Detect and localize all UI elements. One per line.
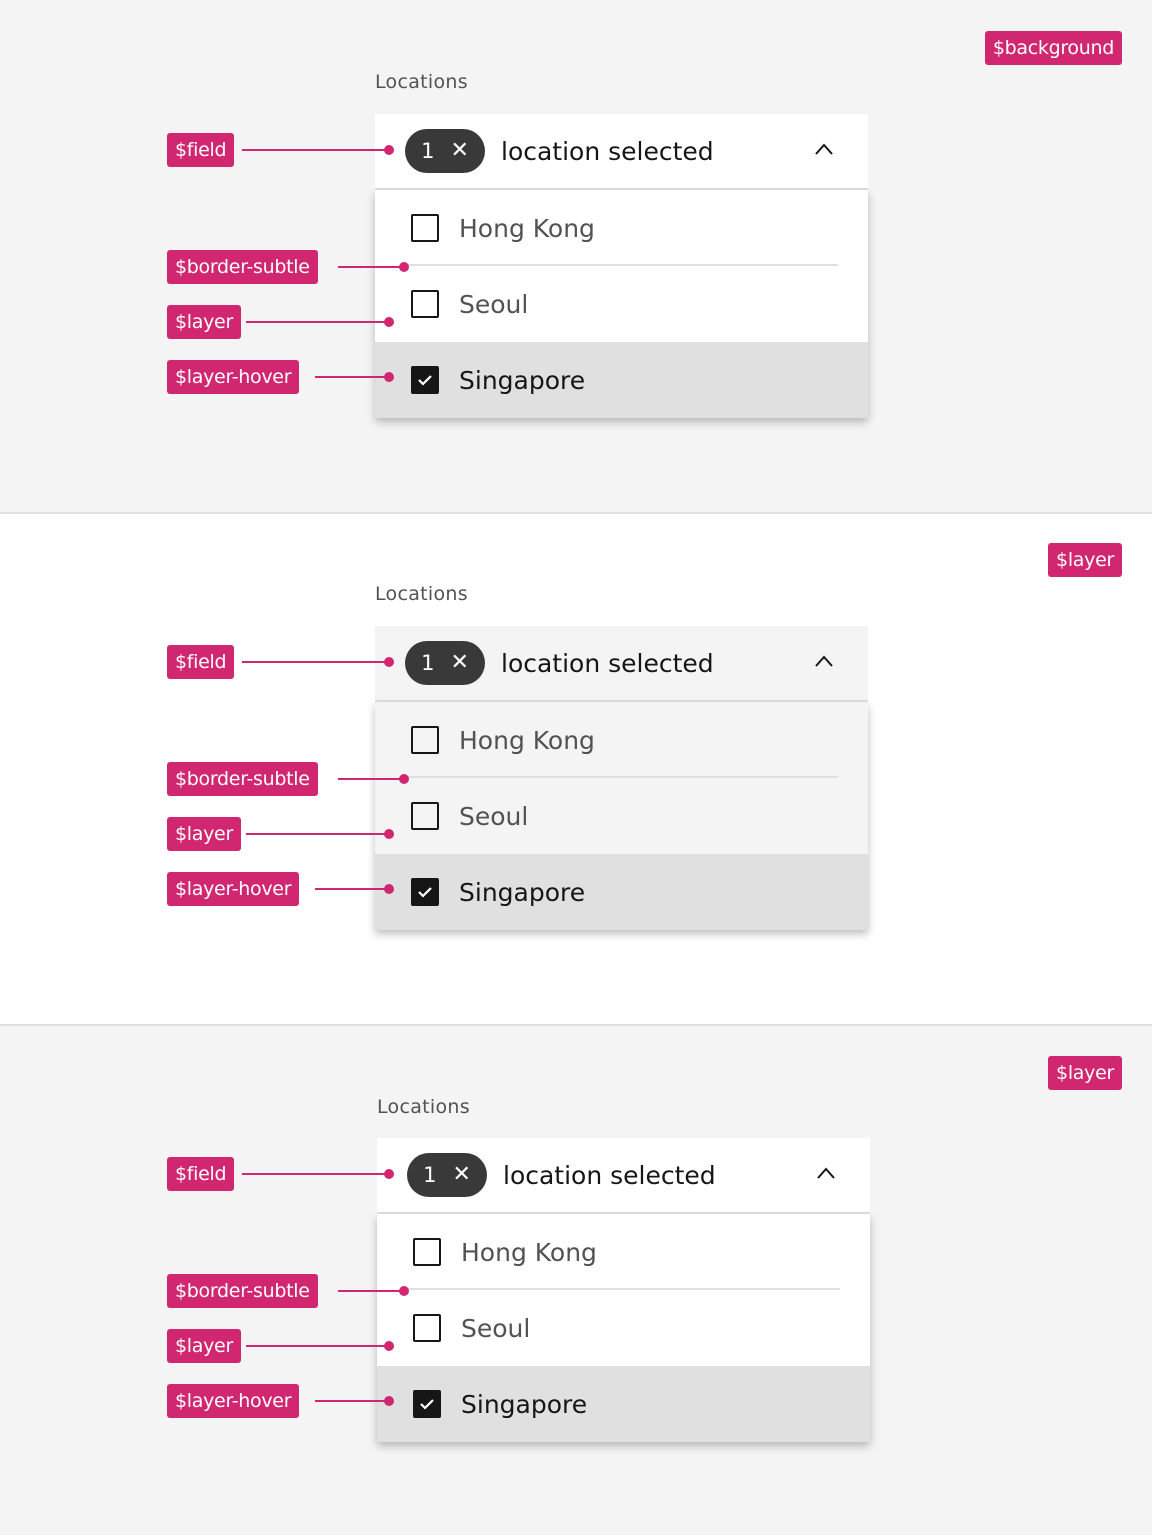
callout-line <box>242 1173 390 1175</box>
checkbox-unchecked-icon[interactable] <box>411 802 439 830</box>
option-singapore[interactable]: Singapore <box>377 1366 870 1442</box>
selection-count: 1 <box>423 1163 437 1187</box>
option-label: Seoul <box>461 1313 531 1343</box>
field-text: location selected <box>501 648 714 678</box>
callout-line <box>315 1400 390 1402</box>
callout-dot <box>384 884 394 894</box>
callout-line <box>246 1345 390 1347</box>
field-label: Locations <box>375 71 468 93</box>
annotation-layer-hover: $layer-hover <box>167 1384 300 1418</box>
chevron-up-icon[interactable] <box>814 654 834 668</box>
field-text: location selected <box>501 136 714 166</box>
option-hong-kong[interactable]: Hong Kong <box>377 1214 870 1290</box>
option-singapore[interactable]: Singapore <box>375 342 868 418</box>
annotation-layer: $layer <box>167 817 241 851</box>
callout-line <box>315 888 390 890</box>
callout-dot <box>399 1286 409 1296</box>
callout-dot <box>384 657 394 667</box>
option-label: Hong Kong <box>459 213 595 243</box>
annotation-layer: $layer <box>167 305 241 339</box>
callout-line <box>246 833 390 835</box>
panel-layer-theme-nested: $layer Locations 1 ✕ location selected H… <box>0 1024 1152 1535</box>
callout-line <box>242 661 390 663</box>
annotation-border-subtle: $border-subtle <box>167 762 318 796</box>
callout-dot <box>384 1169 394 1179</box>
field-text: location selected <box>503 1160 716 1190</box>
multiselect-field[interactable]: 1 ✕ location selected <box>375 114 868 190</box>
checkbox-unchecked-icon[interactable] <box>411 726 439 754</box>
theme-token-tag: $background <box>984 31 1122 65</box>
checkbox-checked-icon[interactable] <box>411 366 439 394</box>
selection-count-tag: 1 ✕ <box>405 129 485 173</box>
theme-token-tag: $layer <box>1048 1056 1122 1090</box>
chevron-up-icon[interactable] <box>816 1166 836 1180</box>
annotation-layer: $layer <box>167 1329 241 1363</box>
checkbox-checked-icon[interactable] <box>411 878 439 906</box>
panel-layer-theme: $layer Locations 1 ✕ location selected H… <box>0 512 1152 1024</box>
option-label: Hong Kong <box>459 725 595 755</box>
callout-dot <box>399 774 409 784</box>
selection-count: 1 <box>421 651 435 675</box>
option-label: Singapore <box>459 877 586 907</box>
annotation-field: $field <box>167 645 235 679</box>
option-label: Hong Kong <box>461 1237 597 1267</box>
callout-line <box>338 1290 404 1292</box>
checkbox-unchecked-icon[interactable] <box>411 214 439 242</box>
multiselect-field[interactable]: 1 ✕ location selected <box>375 626 868 702</box>
selection-count-tag: 1 ✕ <box>407 1153 487 1197</box>
annotation-field: $field <box>167 133 235 167</box>
option-label: Singapore <box>461 1389 588 1419</box>
multiselect: 1 ✕ location selected Hong Kong Seoul Si… <box>375 114 868 418</box>
theme-token-tag: $layer <box>1048 543 1122 577</box>
annotation-border-subtle: $border-subtle <box>167 250 318 284</box>
callout-dot <box>384 1396 394 1406</box>
multiselect-field[interactable]: 1 ✕ location selected <box>377 1138 870 1214</box>
callout-dot <box>384 317 394 327</box>
clear-selection-icon[interactable]: ✕ <box>450 140 468 162</box>
option-label: Seoul <box>459 289 529 319</box>
option-hong-kong[interactable]: Hong Kong <box>375 190 868 266</box>
callout-dot <box>399 262 409 272</box>
checkbox-unchecked-icon[interactable] <box>413 1314 441 1342</box>
field-label: Locations <box>375 583 468 605</box>
callout-line <box>338 266 404 268</box>
checkbox-checked-icon[interactable] <box>413 1390 441 1418</box>
callout-line <box>315 376 390 378</box>
clear-selection-icon[interactable]: ✕ <box>450 652 468 674</box>
callout-dot <box>384 372 394 382</box>
checkbox-unchecked-icon[interactable] <box>411 290 439 318</box>
field-label: Locations <box>377 1096 470 1118</box>
annotation-field: $field <box>167 1157 235 1191</box>
option-seoul[interactable]: Seoul <box>377 1290 870 1366</box>
selection-count: 1 <box>421 139 435 163</box>
checkbox-unchecked-icon[interactable] <box>413 1238 441 1266</box>
annotation-layer-hover: $layer-hover <box>167 872 300 906</box>
option-label: Singapore <box>459 365 586 395</box>
callout-line <box>242 149 390 151</box>
multiselect: 1 ✕ location selected Hong Kong Seoul Si… <box>377 1138 870 1442</box>
chevron-up-icon[interactable] <box>814 142 834 156</box>
multiselect: 1 ✕ location selected Hong Kong Seoul Si… <box>375 626 868 930</box>
callout-dot <box>384 145 394 155</box>
dropdown-menu: Hong Kong Seoul Singapore <box>375 702 868 930</box>
callout-line <box>246 321 390 323</box>
dropdown-menu: Hong Kong Seoul Singapore <box>375 190 868 418</box>
callout-dot <box>384 1341 394 1351</box>
callout-dot <box>384 829 394 839</box>
selection-count-tag: 1 ✕ <box>405 641 485 685</box>
annotation-border-subtle: $border-subtle <box>167 1274 318 1308</box>
callout-line <box>338 778 404 780</box>
option-hong-kong[interactable]: Hong Kong <box>375 702 868 778</box>
option-label: Seoul <box>459 801 529 831</box>
option-seoul[interactable]: Seoul <box>375 778 868 854</box>
option-seoul[interactable]: Seoul <box>375 266 868 342</box>
dropdown-menu: Hong Kong Seoul Singapore <box>377 1214 870 1442</box>
clear-selection-icon[interactable]: ✕ <box>452 1164 470 1186</box>
panel-background-theme: $background Locations 1 ✕ location selec… <box>0 0 1152 512</box>
annotation-layer-hover: $layer-hover <box>167 360 300 394</box>
option-singapore[interactable]: Singapore <box>375 854 868 930</box>
